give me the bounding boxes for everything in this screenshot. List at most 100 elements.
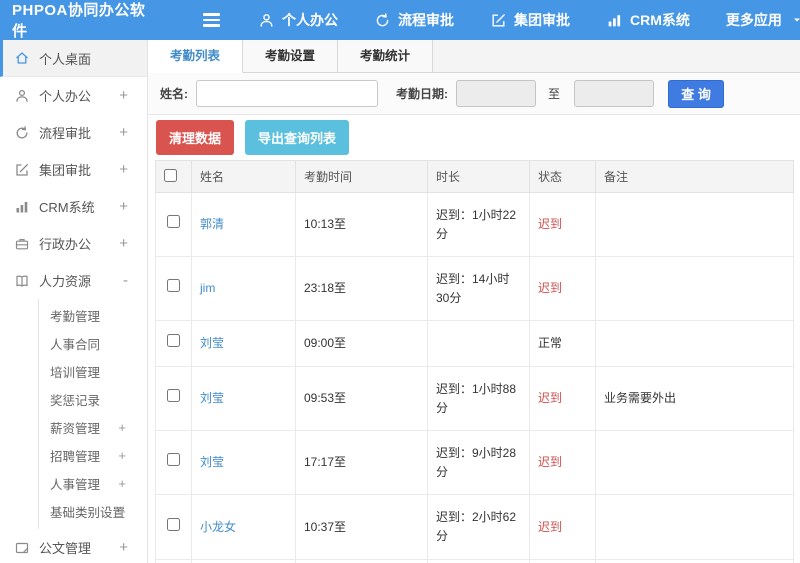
duration-line: 迟到：14小时30分 [436,272,510,305]
topnav-item[interactable]: 更多应用 [726,10,800,30]
expand-toggle-icon[interactable]: + [118,476,126,491]
expand-toggle-icon[interactable]: + [118,448,126,463]
column-header: 备注 [595,160,794,193]
expand-toggle-icon[interactable]: + [119,87,128,104]
time-cell: 10:54至10:54 [295,558,428,563]
sidebar-subitem-label: 培训管理 [50,365,101,380]
chart-icon [606,12,623,29]
row-checkbox-cell [155,191,192,258]
sidebar-item[interactable]: 个人办公 + [0,77,147,114]
employee-name-link[interactable]: 郭清 [200,217,224,231]
table-row: 刘莹 17:17至 迟到：9小时28分 迟到 [155,430,794,496]
expand-toggle-icon[interactable]: - [123,272,128,289]
sidebar-subitem[interactable]: 奖惩记录 [39,385,147,413]
sidebar-subitem[interactable]: 考勤管理 [39,301,147,329]
expand-toggle-icon[interactable]: + [119,124,128,141]
expand-toggle-icon[interactable]: + [119,161,128,178]
name-cell: 刘莹 [191,430,296,496]
employee-name-link[interactable]: 刘莹 [200,336,224,350]
time-cell: 10:37至 [295,494,428,560]
duration-line: 迟到：1小时88分 [436,381,517,415]
sidebar-subitem[interactable]: 招聘管理 + [39,441,147,469]
sidebar-item-label: 行政办公 [39,237,92,252]
duration-cell: 迟到：2小时62分 [427,494,530,560]
sidebar-subitem[interactable]: 人事管理 + [39,469,147,497]
expand-toggle-icon[interactable]: + [119,235,128,252]
row-checkbox[interactable] [167,453,180,467]
name-cell: 刘莹 [191,320,296,367]
name-input[interactable] [196,80,378,107]
table-row: jim 23:18至 迟到：14小时30分 迟到 [155,256,794,322]
status-badge: 迟到 [538,281,563,296]
sidebar-item[interactable]: 行政办公 + [0,225,147,262]
sidebar-subitem-label: 基础类别设置 [50,505,126,520]
export-list-button[interactable]: 导出查询列表 [245,120,350,155]
status-cell: 迟到/早退 [529,558,596,563]
employee-name-link[interactable]: 小龙女 [200,520,236,534]
edit-icon [14,162,30,178]
table-row: 郭清 10:13至 迟到：1小时22分 迟到 [155,191,794,258]
row-checkbox[interactable] [167,215,180,229]
to-label: 至 [548,87,561,101]
topnav-item[interactable]: 流程审批 [374,10,454,30]
sidebar-subitem[interactable]: 人事合同 [39,329,147,357]
table-header-row: 姓名 考勤时间 时长 状态 备注 [155,160,794,193]
row-checkbox[interactable] [167,279,180,293]
select-all-cell [155,160,192,193]
sidebar-item[interactable]: 集团审批 + [0,151,147,188]
sidebar-item[interactable]: 人力资源 - [0,262,147,299]
time-cell: 10:13至 [295,191,428,258]
row-checkbox[interactable] [167,334,180,348]
row-checkbox[interactable] [167,389,180,403]
attendance-table: 姓名 考勤时间 时长 状态 备注 郭清 10:13至 迟到：1小时22分 迟到 jim 23:18… [155,160,794,563]
sidebar-item[interactable]: 个人桌面 [0,40,147,77]
top-header: PHPOA协同办公软件 个人办公 流程审批 集团审批 CRM系统 更多应用 [0,0,800,40]
sidebar-subitem-label: 招聘管理 [50,449,101,464]
topnav-item[interactable]: CRM系统 [606,10,690,30]
row-checkbox[interactable] [167,517,180,531]
sidebar-subitem[interactable]: 薪资管理 + [39,413,147,441]
employee-name-link[interactable]: 刘莹 [200,455,224,469]
expand-toggle-icon[interactable]: + [119,198,128,215]
time-cell: 17:17至 [295,430,428,496]
expand-toggle-icon[interactable]: + [118,420,126,435]
book-icon [14,273,30,289]
status-cell: 迟到 [529,494,596,560]
employee-name-link[interactable]: 刘莹 [200,391,224,405]
duration-cell: 迟到：9小时28分 [427,430,530,496]
select-all-checkbox[interactable] [164,168,177,182]
date-from-input[interactable] [456,80,536,107]
topnav-item[interactable]: 个人办公 [258,10,338,30]
name-label: 姓名: [160,87,188,101]
topnav-item[interactable]: 集团审批 [490,10,570,30]
process-icon [374,12,391,29]
tab-inactive[interactable]: 考勤统计 [338,40,434,72]
person-icon [14,88,30,104]
status-badge: 迟到 [538,217,563,232]
time-cell: 23:18至 [295,256,428,322]
sidebar-subitem[interactable]: 基础类别设置 + [39,497,147,525]
top-nav: 个人办公 流程审批 集团审批 CRM系统 更多应用 [258,10,800,30]
sidebar-item[interactable]: 公文管理 + [0,529,147,563]
sidebar-subitem[interactable]: 培训管理 [39,357,147,385]
expand-toggle-icon[interactable]: + [119,539,128,556]
date-to-input[interactable] [574,80,655,107]
duration-cell: 迟到：2小时90分早退：7小时10分 [427,558,530,563]
employee-name-link[interactable]: jim [200,281,215,295]
tab-active[interactable]: 考勤列表 [148,40,244,73]
time-cell: 09:53至 [295,365,428,432]
column-header: 考勤时间 [295,160,428,193]
tab-inactive[interactable]: 考勤设置 [243,40,339,72]
duration-line: 迟到：1小时22分 [436,208,517,241]
name-cell: jim [191,256,296,322]
person-icon [258,12,275,29]
hamburger-icon[interactable] [203,13,220,27]
sidebar-item[interactable]: 流程审批 + [0,114,147,151]
sidebar-item[interactable]: CRM系统 + [0,188,147,225]
expand-toggle-icon[interactable]: + [118,504,126,519]
clean-data-button[interactable]: 清理数据 [156,120,235,155]
query-button[interactable]: 查 询 [668,79,725,108]
time-cell: 09:00至 [295,320,428,367]
topnav-item-label: 流程审批 [398,12,454,28]
note-cell: 1111 [595,558,794,563]
